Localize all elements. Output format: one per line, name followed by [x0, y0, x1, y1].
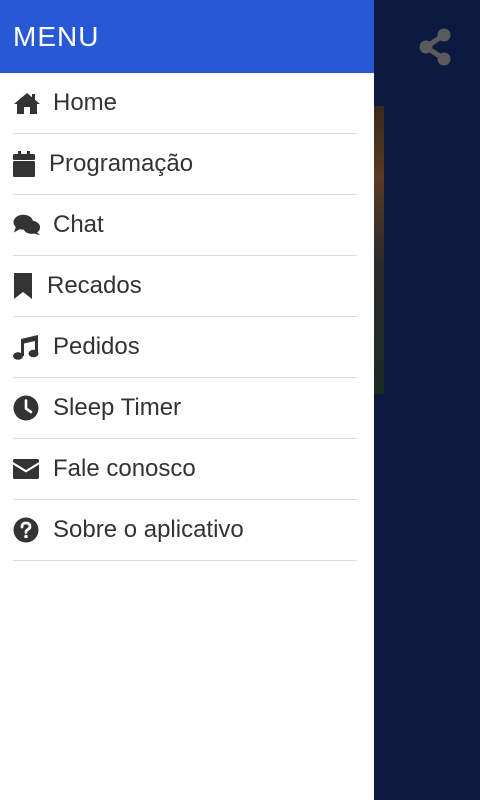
navigation-drawer: MENU Home Programação Chat Recados Pedid… — [0, 0, 374, 800]
menu-item-recados[interactable]: Recados — [13, 256, 357, 317]
menu-item-chat[interactable]: Chat — [13, 195, 357, 256]
menu-item-pedidos[interactable]: Pedidos — [13, 317, 357, 378]
calendar-icon — [13, 150, 37, 178]
menu-item-programacao[interactable]: Programação — [13, 134, 357, 195]
share-button[interactable] — [412, 26, 458, 72]
menu-item-label: Pedidos — [53, 333, 140, 360]
menu-item-fale-conosco[interactable]: Fale conosco — [13, 439, 357, 500]
menu-item-label: Chat — [53, 211, 104, 238]
home-icon — [13, 89, 41, 117]
menu-item-label: Recados — [47, 272, 142, 299]
envelope-icon — [13, 455, 41, 483]
menu-item-label: Sobre o aplicativo — [53, 516, 244, 543]
menu-item-home[interactable]: Home — [13, 73, 357, 134]
clock-icon — [13, 394, 41, 422]
chat-icon — [13, 211, 41, 239]
menu-item-sobre[interactable]: Sobre o aplicativo — [13, 500, 357, 561]
menu-item-label: Home — [53, 89, 118, 116]
drawer-title: MENU — [13, 20, 100, 52]
menu-item-label: Sleep Timer — [53, 394, 182, 421]
question-circle-icon — [13, 516, 41, 544]
menu-list: Home Programação Chat Recados Pedidos Sl… — [0, 73, 374, 561]
menu-item-sleep-timer[interactable]: Sleep Timer — [13, 378, 357, 439]
menu-item-label: Fale conosco — [53, 455, 196, 482]
menu-item-label: Programação — [49, 150, 194, 177]
bookmark-icon — [13, 272, 35, 300]
drawer-header: MENU — [0, 0, 374, 73]
music-icon — [13, 333, 41, 361]
share-icon — [418, 28, 452, 71]
